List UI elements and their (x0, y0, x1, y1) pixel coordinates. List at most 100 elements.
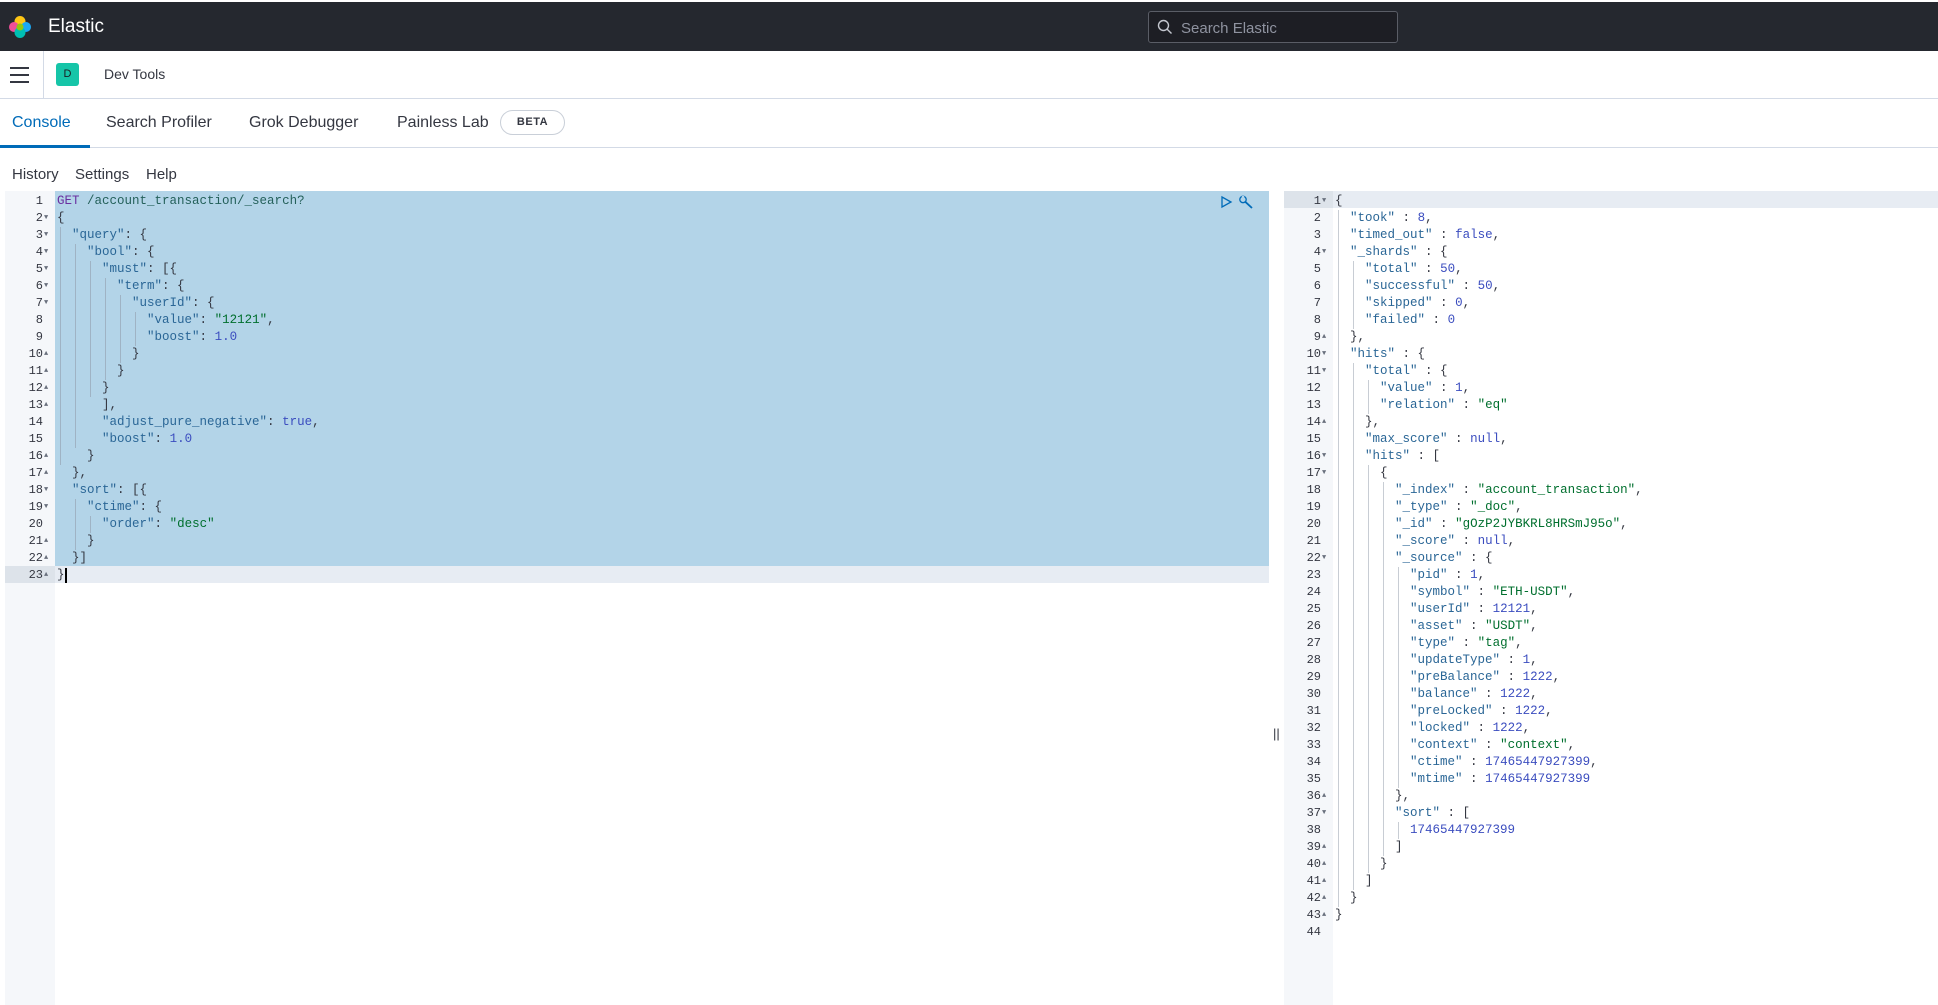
code-line: "max_score" : null, (1365, 432, 1508, 446)
fold-close-icon[interactable]: ▲ (44, 346, 48, 363)
indent-guide (90, 516, 91, 533)
fold-open-icon[interactable]: ▼ (44, 244, 48, 261)
line-number: 41 (1306, 874, 1321, 888)
fold-close-icon[interactable]: ▲ (44, 465, 48, 482)
fold-close-icon[interactable]: ▲ (1322, 839, 1326, 856)
fold-close-icon[interactable]: ▲ (44, 380, 48, 397)
divider (43, 51, 44, 99)
fold-close-icon[interactable]: ▲ (44, 533, 48, 550)
line-number: 5 (35, 262, 43, 276)
fold-open-icon[interactable]: ▼ (44, 278, 48, 295)
fold-open-icon[interactable]: ▼ (44, 499, 48, 516)
fold-open-icon[interactable]: ▼ (44, 295, 48, 312)
fold-close-icon[interactable]: ▲ (1322, 788, 1326, 805)
line-number: 37 (1306, 806, 1321, 820)
fold-open-icon[interactable]: ▼ (44, 210, 48, 227)
fold-close-icon[interactable]: ▲ (44, 363, 48, 380)
fold-close-icon[interactable]: ▲ (1322, 890, 1326, 907)
response-gutter: 1 ▼ 2 3 4 ▼ 5 6 7 8 9 ▲ 10 ▼ 11 ▼ 12 13 14 ▲ 15 16 ▼ 17 ▼ 18 19 20 2… (1284, 191, 1333, 1005)
line-number: 6 (1313, 279, 1321, 293)
line-number: 11 (28, 364, 43, 378)
code-line: }, (1335, 789, 1411, 803)
fold-open-icon[interactable]: ▼ (1322, 805, 1326, 822)
code-line: "order": "desc" (102, 517, 215, 531)
magnifier-icon (1157, 19, 1172, 34)
indent-guide (120, 295, 121, 363)
response-viewer[interactable]: 1 ▼ 2 3 4 ▼ 5 6 7 8 9 ▲ 10 ▼ 11 ▼ 12 13 14 ▲ 15 16 ▼ 17 ▼ 18 19 20 2… (1284, 191, 1938, 1005)
hamburger-icon[interactable] (10, 67, 29, 83)
line-number: 33 (1306, 738, 1321, 752)
fold-open-icon[interactable]: ▼ (1322, 550, 1326, 567)
search-placeholder: Search Elastic (1181, 20, 1277, 37)
tab-painless-lab[interactable]: Painless Lab (397, 114, 489, 132)
fold-close-icon[interactable]: ▲ (44, 448, 48, 465)
code-line: "_source" : { (1395, 551, 1493, 565)
line-number: 15 (1306, 432, 1321, 446)
line-number: 19 (28, 500, 43, 514)
brand-name[interactable]: Elastic (48, 16, 104, 38)
fold-open-icon[interactable]: ▼ (1322, 244, 1326, 261)
tab-grok-debugger[interactable]: Grok Debugger (249, 114, 358, 132)
fold-open-icon[interactable]: ▼ (44, 482, 48, 499)
tab-search-profiler[interactable]: Search Profiler (106, 114, 212, 132)
space-avatar[interactable]: D (56, 63, 79, 86)
fold-close-icon[interactable]: ▲ (44, 397, 48, 414)
indent-guide (75, 499, 76, 550)
line-number: 1 (35, 194, 43, 208)
indent-guide (1368, 465, 1369, 873)
fold-open-icon[interactable]: ▼ (1322, 363, 1326, 380)
play-icon[interactable] (1219, 195, 1233, 209)
menu-settings[interactable]: Settings (75, 166, 129, 183)
line-number: 6 (35, 279, 43, 293)
code-line: "value" : 1, (1380, 381, 1471, 395)
menu-history[interactable]: History (12, 166, 59, 183)
code-line: }] (57, 551, 88, 565)
tab-console[interactable]: Console (12, 114, 71, 132)
fold-open-icon[interactable]: ▼ (1322, 465, 1326, 482)
line-number: 14 (1306, 415, 1321, 429)
pane-resizer[interactable] (1273, 191, 1281, 1005)
fold-open-icon[interactable]: ▼ (1322, 193, 1326, 210)
line-number: 40 (1306, 857, 1321, 871)
line-number: 19 (1306, 500, 1321, 514)
response-code-area[interactable]: { "took" : 8, "timed_out" : false, "_sha… (1333, 191, 1938, 1005)
fold-close-icon[interactable]: ▲ (1322, 329, 1326, 346)
line-number: 2 (1313, 211, 1321, 225)
code-line: { (1335, 194, 1343, 208)
line-number: 13 (28, 398, 43, 412)
fold-close-icon[interactable]: ▲ (1322, 907, 1326, 924)
elastic-logo[interactable] (8, 15, 32, 39)
line-number: 11 (1306, 364, 1321, 378)
fold-close-icon[interactable]: ▲ (1322, 414, 1326, 431)
fold-close-icon[interactable]: ▲ (1322, 873, 1326, 890)
line-number: 7 (35, 296, 43, 310)
line-number: 8 (35, 313, 43, 327)
wrench-icon[interactable] (1238, 195, 1254, 209)
line-number: 18 (28, 483, 43, 497)
line-number: 16 (28, 449, 43, 463)
text-selection (55, 191, 1269, 566)
request-code-area[interactable]: GET /account_transaction/_search? { "quer… (55, 191, 1269, 1005)
line-number: 27 (1306, 636, 1321, 650)
active-tab-indicator (0, 145, 90, 148)
line-number: 36 (1306, 789, 1321, 803)
fold-open-icon[interactable]: ▼ (1322, 448, 1326, 465)
code-line: "context" : "context", (1410, 738, 1576, 752)
line-number: 5 (1313, 262, 1321, 276)
fold-open-icon[interactable]: ▼ (44, 227, 48, 244)
code-line: "userId" : 12121, (1410, 602, 1538, 616)
menu-help[interactable]: Help (146, 166, 177, 183)
fold-close-icon[interactable]: ▲ (44, 567, 48, 584)
fold-open-icon[interactable]: ▼ (44, 261, 48, 278)
resizer-grip-icon[interactable]: || (1273, 726, 1280, 741)
code-line: } (1335, 857, 1388, 871)
code-line: "asset" : "USDT", (1410, 619, 1538, 633)
global-search-input[interactable]: Search Elastic (1148, 11, 1398, 43)
fold-open-icon[interactable]: ▼ (1322, 346, 1326, 363)
line-number: 10 (28, 347, 43, 361)
indent-guide (135, 312, 136, 346)
fold-close-icon[interactable]: ▲ (44, 550, 48, 567)
fold-close-icon[interactable]: ▲ (1322, 856, 1326, 873)
line-number: 22 (1306, 551, 1321, 565)
request-editor[interactable]: 1 2 ▼ 3 ▼ 4 ▼ 5 ▼ 6 ▼ 7 ▼ 8 9 10 ▲ 11 ▲ 12 ▲ 13 ▲ 14 15 16 ▲ 17 ▲ 18 ▼… (5, 191, 1269, 1005)
